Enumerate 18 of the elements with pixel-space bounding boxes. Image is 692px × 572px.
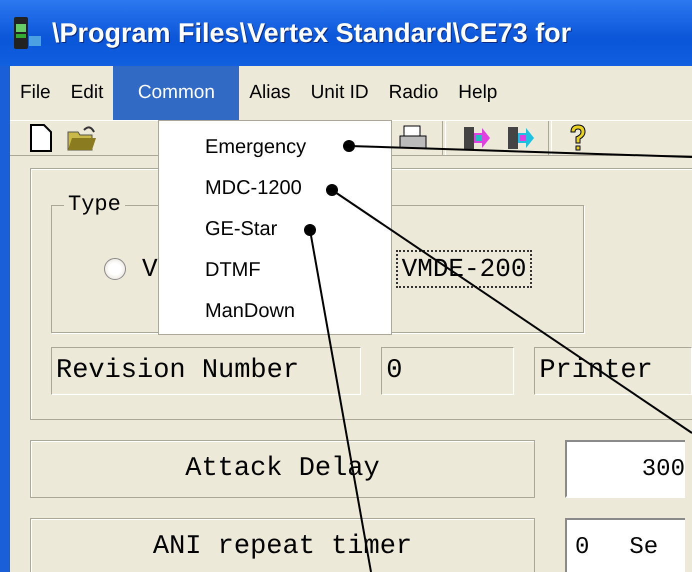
radio-label[interactable]: V: [138, 252, 162, 286]
menu-item[interactable]: Edit: [60, 66, 114, 120]
info-field: 0: [381, 347, 514, 395]
menu-option[interactable]: DTMF: [205, 250, 261, 291]
window-title: \Program Files\Vertex Standard\CE73 for: [52, 18, 572, 48]
menu-option[interactable]: MDC-1200: [205, 168, 302, 209]
menu-item[interactable]: Common: [113, 66, 240, 120]
menu-item[interactable]: Alias: [239, 66, 301, 120]
value-field[interactable]: 300: [565, 440, 685, 498]
value-field[interactable]: 0 Se: [565, 518, 685, 572]
menu-option[interactable]: ManDown: [205, 291, 296, 332]
menu-item[interactable]: File: [10, 66, 61, 120]
menu-option[interactable]: Emergency: [205, 127, 306, 168]
menu-item[interactable]: Help: [448, 66, 508, 120]
info-field: Revision Number: [51, 347, 362, 395]
menu-option[interactable]: GE-Star: [205, 209, 278, 250]
menu-item[interactable]: Radio: [378, 66, 448, 120]
menu-item[interactable]: Unit ID: [300, 66, 379, 120]
